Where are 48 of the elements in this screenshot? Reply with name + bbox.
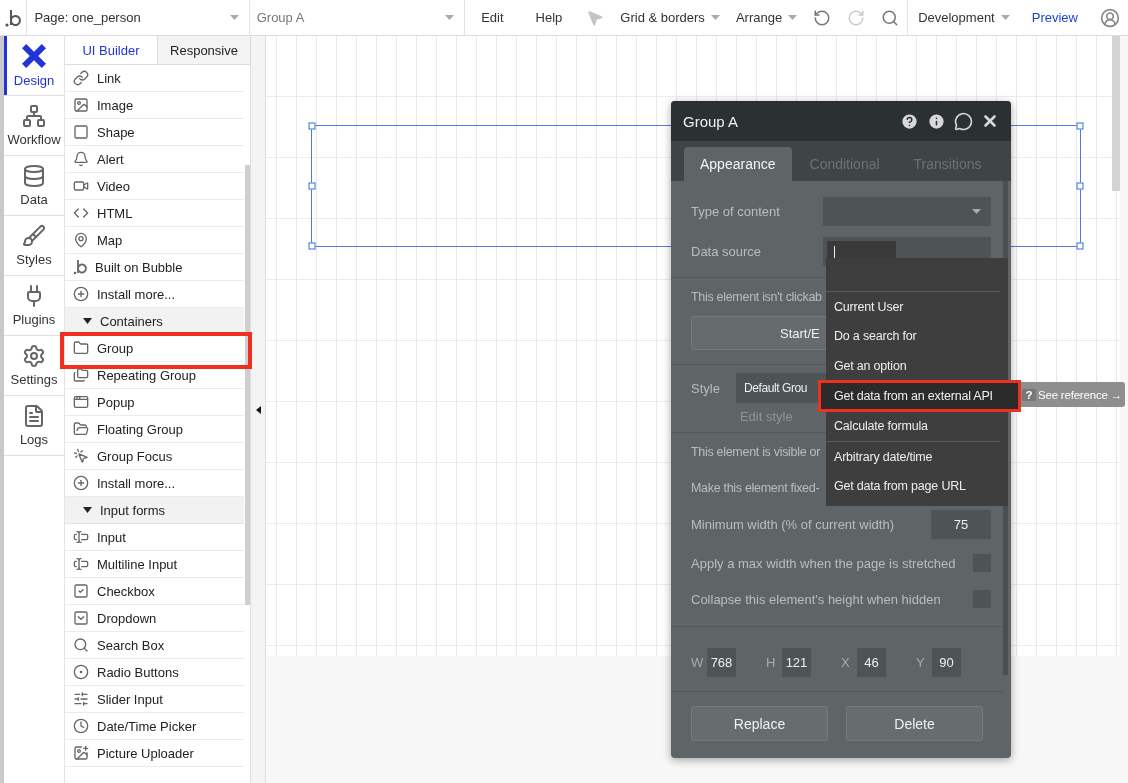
geometry-label: X	[841, 654, 849, 670]
geometry-label: Y	[916, 654, 924, 670]
element-label: Slider Input	[97, 691, 163, 707]
section-title: Containers	[100, 313, 163, 329]
element-label: Link	[97, 70, 121, 86]
note-text: This element is visible or	[691, 445, 821, 459]
rail-label: Plugins	[12, 312, 56, 327]
element-label: Date/Time Picker	[97, 718, 197, 734]
panel-title: Group A	[683, 112, 739, 130]
rail-label: Settings	[10, 372, 58, 387]
help-badge: ?	[1022, 388, 1036, 401]
rail-label: Logs	[19, 432, 49, 447]
note-text: This element isn't clickab	[691, 290, 822, 304]
field-label: Type of content	[691, 203, 780, 219]
element-label: Shape	[97, 124, 135, 140]
element-label: Repeating Group	[97, 367, 196, 383]
element-label: Input	[97, 529, 126, 545]
element-label: Radio Buttons	[97, 664, 179, 680]
option-label: Make this element fixed-	[691, 480, 820, 495]
element-label: Checkbox	[97, 583, 155, 599]
element-label: HTML	[97, 205, 133, 221]
element-label: Built on Bubble	[95, 259, 183, 275]
rail-label: Workflow	[7, 132, 61, 147]
element-label: Search Box	[97, 637, 165, 653]
element-label: Video	[97, 178, 130, 194]
element-label: Picture Uploader	[97, 745, 194, 761]
rail-label: Data	[20, 192, 48, 207]
option-label: Minimum width (% of current width)	[691, 516, 894, 532]
option-label: Collapse this element's height when hidden	[691, 591, 941, 607]
option-label: Apply a max width when the page is stretched	[691, 555, 956, 571]
geometry-label: H	[766, 654, 774, 670]
element-label: Install more...	[97, 286, 176, 302]
element-label: Multiline Input	[97, 556, 178, 572]
tooltip-text: See reference →	[1038, 388, 1122, 401]
field-label: Style	[691, 381, 720, 398]
element-label: Map	[97, 232, 123, 248]
element-label: Install more...	[97, 475, 176, 491]
element-label: Alert	[97, 151, 124, 167]
element-label: Floating Group	[97, 421, 183, 437]
element-label: Group Focus	[97, 448, 173, 464]
rail-label: Styles	[16, 252, 52, 267]
element-label: Dropdown	[97, 610, 157, 626]
field-label: Data source	[691, 243, 762, 259]
rail-label: Design	[13, 73, 55, 88]
section-title: Input forms	[100, 502, 166, 518]
element-label: Image	[97, 97, 134, 113]
element-label: Group	[97, 340, 134, 356]
element-label: Popup	[97, 394, 135, 410]
